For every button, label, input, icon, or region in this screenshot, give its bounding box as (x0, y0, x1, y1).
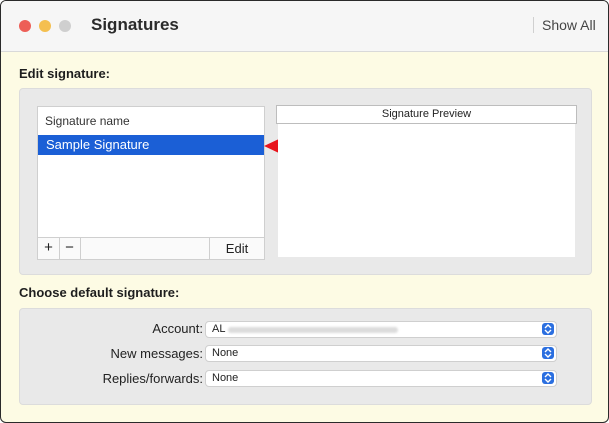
chevron-updown-icon (542, 372, 554, 384)
signature-list-item-selected[interactable]: Sample Signature (38, 135, 264, 155)
show-all-button[interactable]: Show All (533, 17, 596, 33)
signature-preview-title: Signature Preview (276, 105, 577, 124)
new-messages-select[interactable]: None (205, 345, 557, 362)
chevron-updown-icon (542, 323, 554, 335)
zoom-window-button[interactable] (59, 20, 71, 32)
account-select-value: AL (212, 323, 226, 335)
signature-list-toolbar: + − Edit (38, 237, 264, 259)
edit-signature-label: Edit signature: (19, 66, 111, 81)
account-select[interactable]: AL (205, 321, 557, 338)
window-title: Signatures (91, 15, 179, 34)
account-label: Account: (152, 321, 203, 336)
edit-signature-button[interactable]: Edit (209, 238, 264, 259)
close-window-button[interactable] (19, 20, 31, 32)
chevron-updown-icon (542, 347, 554, 359)
new-messages-select-value: None (212, 347, 239, 359)
signature-list-header: Signature name (45, 114, 130, 128)
new-messages-label: New messages: (110, 346, 203, 361)
choose-default-signature-label: Choose default signature: (19, 285, 180, 300)
remove-signature-button[interactable]: − (59, 238, 81, 259)
signature-preview-area (278, 124, 575, 257)
signature-list: Signature name Sample Signature + − Edit (37, 106, 265, 260)
signatures-window: Signatures Show All Edit signature: Sign… (0, 0, 609, 423)
signature-item-label: Sample Signature (46, 137, 150, 152)
add-signature-button[interactable]: + (38, 238, 60, 259)
minimize-window-button[interactable] (39, 20, 51, 32)
redacted-email (228, 327, 398, 333)
replies-forwards-select[interactable]: None (205, 370, 557, 387)
replies-forwards-label: Replies/forwards: (102, 371, 203, 386)
replies-forwards-select-value: None (212, 372, 239, 384)
title-bar: Signatures Show All (1, 1, 608, 52)
